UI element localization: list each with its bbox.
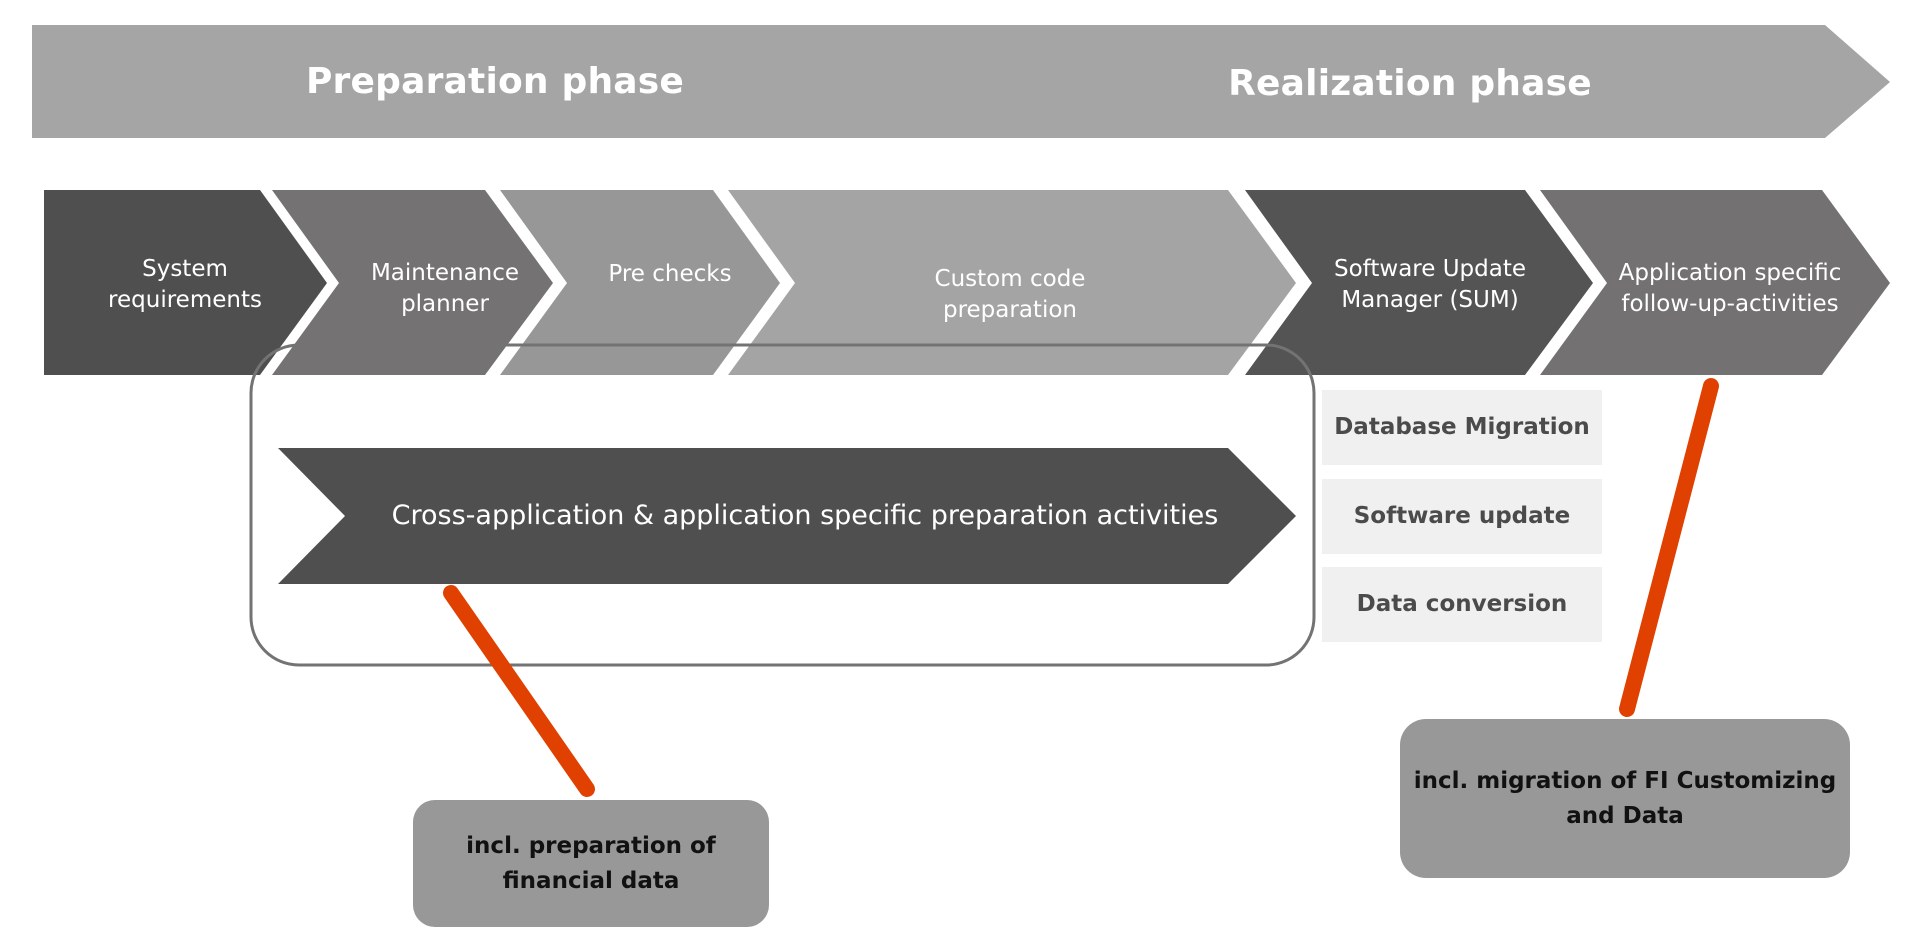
step-label-line: Custom code — [934, 265, 1086, 292]
preparation-activities-label: Cross-application & application specific… — [391, 499, 1219, 531]
step-label-line: planner — [401, 291, 489, 317]
substep-label-database-migration: Database Migration — [1334, 413, 1590, 440]
step-label-custom-code-preparation: Custom code preparation — [860, 250, 1160, 340]
callout-label-line: and Data — [1566, 802, 1684, 829]
callout-label-line: incl. migration of FI Customizing — [1413, 768, 1837, 794]
connector-line-financial-data — [443, 585, 595, 797]
step-label-line: Application specific — [1618, 259, 1842, 286]
phase-label-preparation: Preparation phase — [305, 60, 685, 102]
step-label-sum: Software Update Manager (SUM) — [1310, 240, 1550, 330]
substep-label-software-update: Software update — [1353, 502, 1571, 529]
callout-label-financial-data: incl. preparation of financial data — [413, 800, 769, 927]
step-label-line: preparation — [942, 297, 1077, 323]
callout-label-line: financial data — [502, 867, 680, 894]
step-label-line: Manager (SUM) — [1341, 287, 1519, 313]
callout-label-line: incl. preparation of — [466, 833, 716, 859]
step-label-line: requirements — [108, 287, 262, 313]
callout-label-fi-customizing: incl. migration of FI Customizing and Da… — [1400, 719, 1850, 878]
step-label-line: follow-up-activities — [1621, 291, 1839, 317]
step-label-pre-checks: Pre checks — [570, 250, 770, 300]
step-label-line: Pre checks — [608, 261, 732, 288]
step-label-line: Maintenance — [370, 259, 520, 286]
step-label-system-requirements: System requirements — [80, 240, 290, 330]
step-label-follow-up-activities: Application specific follow-up-activitie… — [1600, 244, 1860, 334]
step-label-line: System — [142, 255, 228, 282]
substep-label-data-conversion: Data conversion — [1356, 590, 1568, 617]
connector-line-fi-customizing — [1619, 378, 1719, 717]
step-label-line: Software Update — [1334, 255, 1526, 282]
phase-label-realization: Realization phase — [1228, 62, 1592, 104]
step-label-maintenance-planner: Maintenance planner — [340, 244, 550, 334]
